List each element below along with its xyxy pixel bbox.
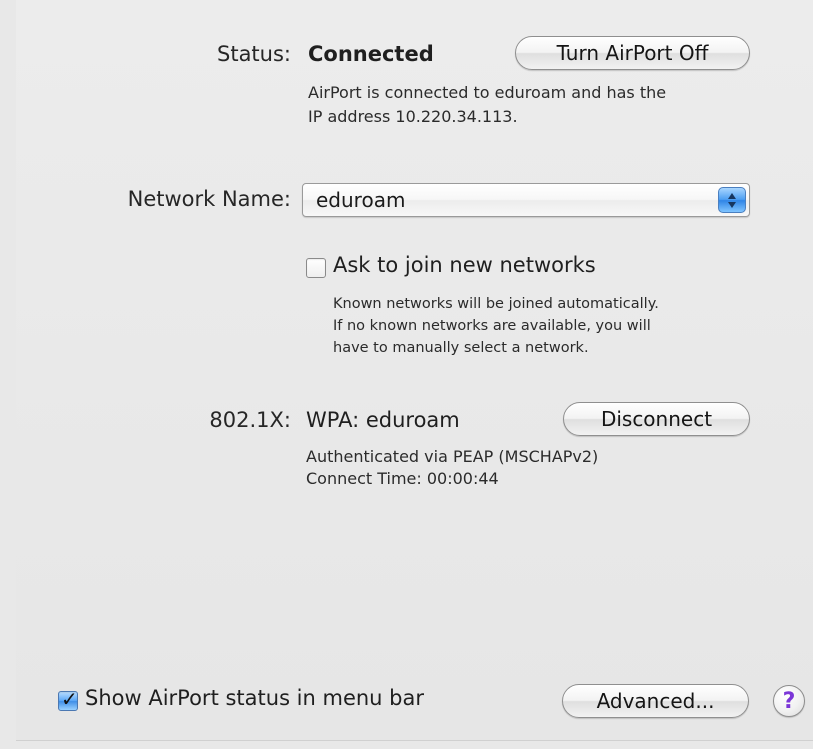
ask-help-line-3: have to manually select a network. (333, 340, 589, 356)
status-value: Connected (308, 42, 434, 66)
checkmark-icon: ✓ (61, 687, 78, 711)
airport-settings-panel: Status: Connected Turn AirPort Off AirPo… (16, 0, 813, 741)
disconnect-button[interactable]: Disconnect (563, 402, 750, 436)
auth-description-line-2: Connect Time: 00:00:44 (306, 469, 499, 488)
status-label: Status: (217, 42, 291, 66)
arrow-up-icon (728, 192, 736, 199)
help-question-mark-icon[interactable]: ? (773, 685, 805, 717)
network-name-select[interactable]: eduroam (302, 183, 750, 217)
show-airport-status-checkbox[interactable]: ✓ (58, 687, 78, 711)
status-description-line-1: AirPort is connected to eduroam and has … (308, 83, 667, 102)
ask-to-join-checkbox[interactable] (306, 258, 326, 278)
show-airport-status-label: Show AirPort status in menu bar (85, 686, 425, 710)
status-description-line-2: IP address 10.220.34.113. (308, 107, 518, 126)
802-1x-label: 802.1X: (209, 408, 291, 432)
ask-help-line-1: Known networks will be joined automatica… (333, 296, 659, 312)
network-name-value: eduroam (316, 188, 406, 212)
advanced-button[interactable]: Advanced... (562, 684, 749, 718)
auth-description-line-1: Authenticated via PEAP (MSCHAPv2) (306, 447, 599, 466)
up-down-stepper-icon (718, 187, 746, 213)
802-1x-value: WPA: eduroam (306, 408, 460, 432)
turn-airport-off-button[interactable]: Turn AirPort Off (515, 36, 750, 70)
arrow-down-icon (728, 201, 736, 208)
network-name-label: Network Name: (127, 187, 291, 211)
ask-to-join-label: Ask to join new networks (333, 253, 596, 277)
ask-help-line-2: If no known networks are available, you … (333, 318, 651, 334)
